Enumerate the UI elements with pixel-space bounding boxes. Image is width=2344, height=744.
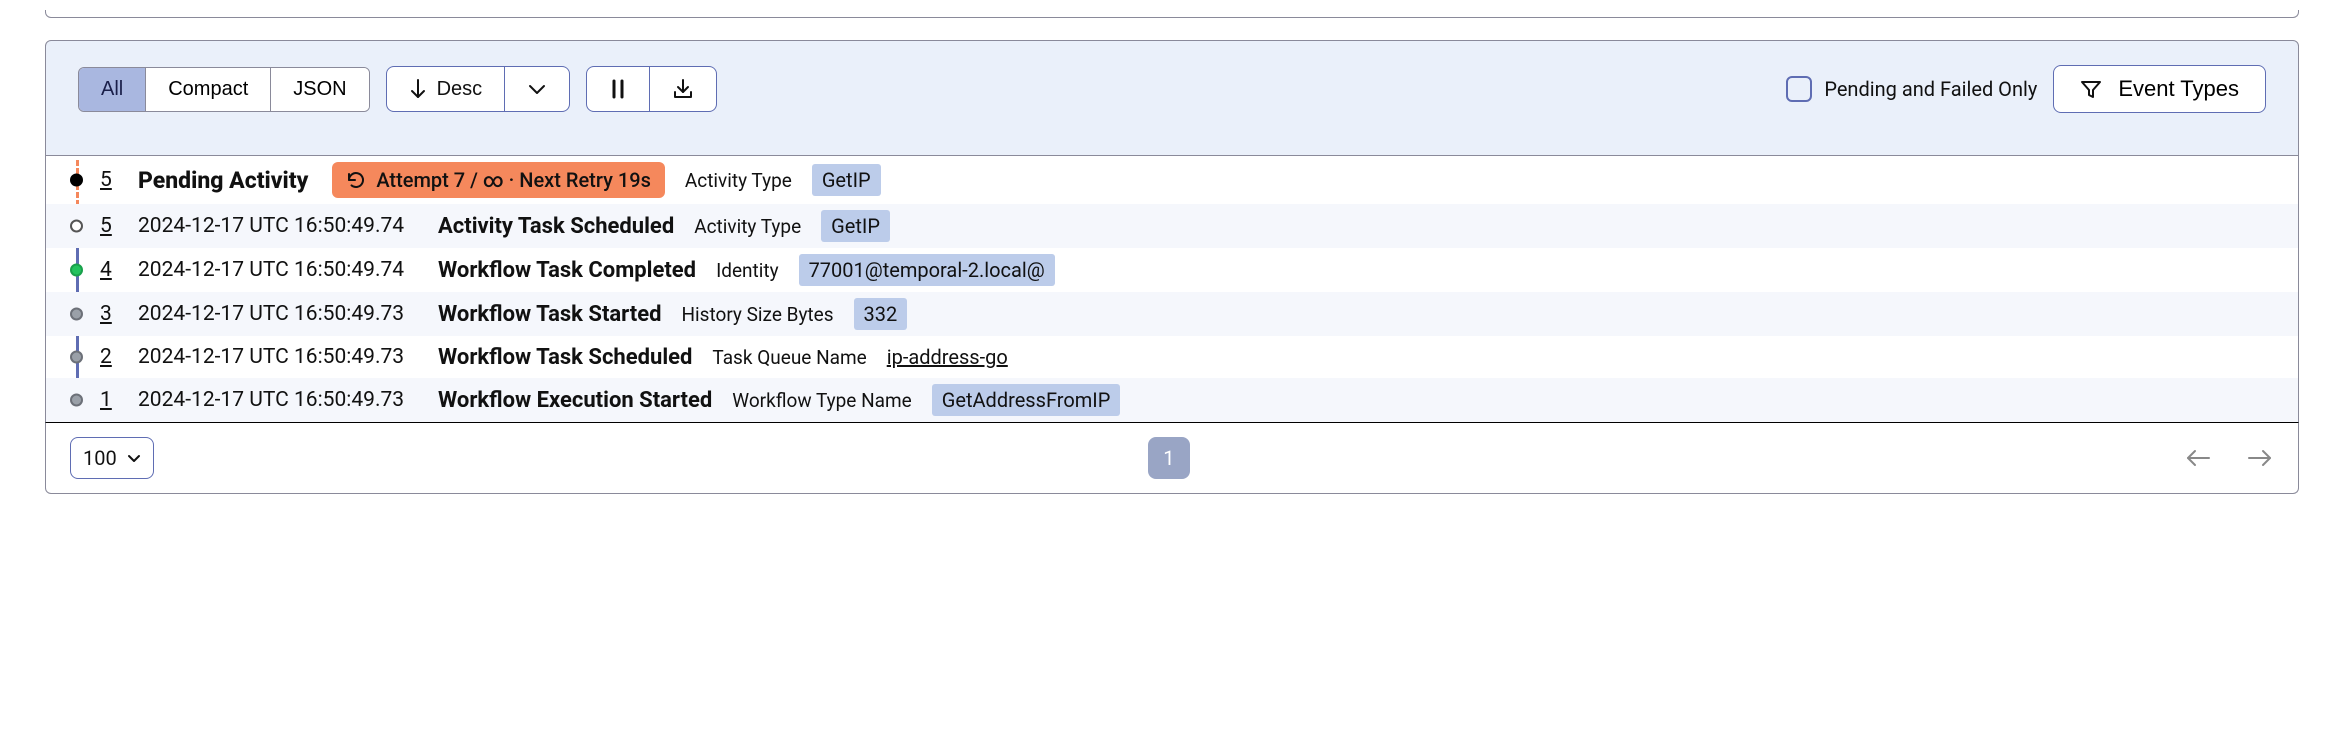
event-name: Workflow Task Scheduled <box>438 345 692 370</box>
pagination-arrows <box>2184 448 2274 468</box>
page-size-value: 100 <box>83 446 117 470</box>
event-name: Workflow Task Completed <box>438 258 696 283</box>
view-mode-segmented: All Compact JSON <box>78 67 370 112</box>
events-list: 5 Pending Activity Attempt 7 / ∞ · Next … <box>45 156 2299 423</box>
pending-failed-label: Pending and Failed Only <box>1824 77 2037 101</box>
prev-page-button[interactable] <box>2184 448 2212 468</box>
events-toolbar: All Compact JSON Desc <box>45 40 2299 156</box>
arrow-down-icon <box>409 78 427 100</box>
pending-activity-row[interactable]: 5 Pending Activity Attempt 7 / ∞ · Next … <box>46 156 2298 204</box>
event-attr-value: GetIP <box>812 164 881 196</box>
view-json-button[interactable]: JSON <box>271 68 368 111</box>
timeline-dot-pending <box>70 174 83 187</box>
event-name: Workflow Task Started <box>438 302 661 327</box>
event-name: Workflow Execution Started <box>438 388 712 413</box>
event-attr-label: History Size Bytes <box>681 303 833 326</box>
event-id-link[interactable]: 1 <box>100 388 118 412</box>
event-row[interactable]: 4 2024-12-17 UTC 16:50:49.74 Workflow Task… <box>46 248 2298 292</box>
timeline-dot <box>70 351 83 364</box>
sort-group: Desc <box>386 66 571 112</box>
retry-pill: Attempt 7 / ∞ · Next Retry 19s <box>332 162 665 198</box>
pause-icon <box>609 78 627 100</box>
event-timestamp: 2024-12-17 UTC 16:50:49.73 <box>138 388 418 412</box>
event-row[interactable]: 2 2024-12-17 UTC 16:50:49.73 Workflow Task… <box>46 336 2298 378</box>
pause-button[interactable] <box>586 66 650 112</box>
retry-pill-text: Attempt 7 / ∞ · Next Retry 19s <box>376 168 651 192</box>
page-size-select[interactable]: 100 <box>70 437 154 479</box>
event-id-link[interactable]: 4 <box>100 258 118 282</box>
event-id-link[interactable]: 5 <box>100 168 118 192</box>
event-attr-value: 77001@temporal-2.local@ <box>799 254 1055 286</box>
sort-desc-button[interactable]: Desc <box>386 66 506 112</box>
pending-failed-filter[interactable]: Pending and Failed Only <box>1786 76 2037 102</box>
sort-menu-button[interactable] <box>505 66 570 112</box>
timeline-dot <box>70 394 83 407</box>
event-row[interactable]: 3 2024-12-17 UTC 16:50:49.73 Workflow Task… <box>46 292 2298 336</box>
download-button[interactable] <box>650 66 717 112</box>
download-icon <box>672 78 694 100</box>
event-attr-value: GetAddressFromIP <box>932 384 1121 416</box>
event-attr-label: Identity <box>716 259 779 282</box>
chevron-down-icon <box>527 82 547 96</box>
event-attr-label: Workflow Type Name <box>732 389 911 412</box>
stream-controls <box>586 66 717 112</box>
event-name: Activity Task Scheduled <box>438 214 674 239</box>
event-id-link[interactable]: 3 <box>100 302 118 326</box>
event-types-filter[interactable]: Event Types <box>2053 65 2266 113</box>
next-page-button[interactable] <box>2246 448 2274 468</box>
view-all-button[interactable]: All <box>79 68 146 111</box>
event-attr-label: Activity Type <box>694 215 801 238</box>
event-attr-label: Task Queue Name <box>712 346 866 369</box>
filter-icon <box>2080 79 2102 99</box>
previous-panel-edge <box>45 10 2299 18</box>
event-row[interactable]: 1 2024-12-17 UTC 16:50:49.73 Workflow Exec… <box>46 378 2298 422</box>
event-timestamp: 2024-12-17 UTC 16:50:49.74 <box>138 214 418 238</box>
event-timestamp: 2024-12-17 UTC 16:50:49.73 <box>138 345 418 369</box>
retry-icon <box>346 170 366 190</box>
event-timestamp: 2024-12-17 UTC 16:50:49.73 <box>138 302 418 326</box>
event-row[interactable]: 5 2024-12-17 UTC 16:50:49.74 Activity Task… <box>46 204 2298 248</box>
pending-title: Pending Activity <box>138 167 308 194</box>
timeline-dot <box>70 264 83 277</box>
event-attr-value[interactable]: ip-address-go <box>887 345 1008 369</box>
event-types-label: Event Types <box>2118 76 2239 102</box>
timeline-dot <box>70 220 83 233</box>
view-compact-button[interactable]: Compact <box>146 68 271 111</box>
event-timestamp: 2024-12-17 UTC 16:50:49.74 <box>138 258 418 282</box>
event-id-link[interactable]: 5 <box>100 214 118 238</box>
event-attr-value: GetIP <box>821 210 890 242</box>
event-id-link[interactable]: 2 <box>100 345 118 369</box>
event-attr-value: 332 <box>854 298 908 330</box>
events-footer: 100 1 <box>45 423 2299 494</box>
page-number[interactable]: 1 <box>1148 437 1190 479</box>
event-attr-label: Activity Type <box>685 169 792 192</box>
timeline-dot <box>70 308 83 321</box>
chevron-down-icon <box>127 453 141 463</box>
checkbox-icon <box>1786 76 1812 102</box>
sort-label: Desc <box>437 78 483 101</box>
